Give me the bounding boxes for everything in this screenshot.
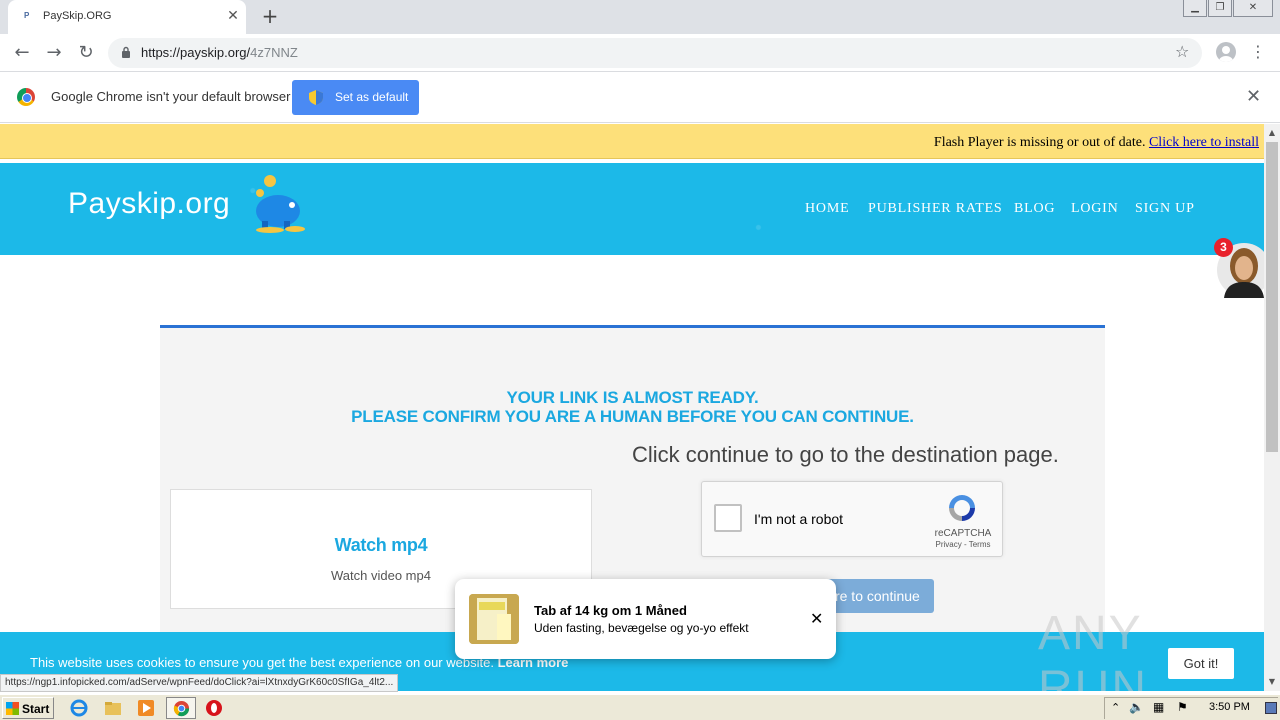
recaptcha-terms-link[interactable]: Privacy - Terms xyxy=(928,540,998,549)
status-url-bubble: https://ngp1.infopicked.com/adServe/wpnF… xyxy=(0,674,399,692)
recaptcha-label: I'm not a robot xyxy=(754,511,844,527)
profile-avatar-icon[interactable] xyxy=(1216,42,1236,62)
link-ready-headline: YOUR LINK IS ALMOST READY. PLEASE CONFIR… xyxy=(351,388,914,426)
minimize-icon[interactable]: ▁ xyxy=(1183,0,1207,17)
tray-expand-icon[interactable]: ⌃ xyxy=(1111,701,1120,714)
ad-subtitle: Uden fasting, bevægelse og yo-yo effekt xyxy=(534,621,749,635)
window-close-icon[interactable]: ✕ xyxy=(1233,0,1273,17)
menu-kebab-icon[interactable]: ⋮ xyxy=(1250,42,1266,61)
flash-install-link[interactable]: Click here to install xyxy=(1149,135,1259,150)
set-default-button[interactable]: Set as default xyxy=(292,80,419,115)
address-bar[interactable]: https://payskip.org/4z7NNZ ☆ xyxy=(108,38,1202,68)
page-viewport: Flash Player is missing or out of date. … xyxy=(0,124,1264,691)
bookmark-star-icon[interactable]: ☆ xyxy=(1175,42,1189,61)
reload-icon[interactable]: ↻ xyxy=(74,41,98,65)
browser-tab[interactable]: P PaySkip.ORG ✕ xyxy=(8,0,246,34)
chat-notification-badge: 3 xyxy=(1214,238,1233,257)
back-arrow-icon[interactable]: ← xyxy=(10,41,34,65)
site-header: Payskip.org HOME PUBLISHER RATES BLOG LO… xyxy=(0,163,1264,255)
ad-close-icon[interactable]: ✕ xyxy=(810,609,823,628)
taskbar-clock: 3:50 PM xyxy=(1209,701,1250,713)
recaptcha-checkbox[interactable] xyxy=(714,504,742,532)
restore-icon[interactable]: ❐ xyxy=(1208,0,1232,17)
flash-warning-bar: Flash Player is missing or out of date. … xyxy=(0,124,1264,159)
anyrun-watermark: ANY RUN xyxy=(1038,607,1148,691)
new-tab-button[interactable]: + xyxy=(259,5,281,27)
system-tray: ⌃ 🔈 ▦ ⚑ xyxy=(1104,697,1278,719)
default-browser-infobar: Google Chrome isn't your default browser… xyxy=(0,72,1280,123)
ie-icon[interactable] xyxy=(70,699,88,717)
recaptcha-brand: reCAPTCHA xyxy=(934,528,992,539)
lock-icon xyxy=(122,46,130,58)
tab-title: PaySkip.ORG xyxy=(43,10,112,22)
folder-icon[interactable] xyxy=(104,699,122,717)
opera-icon[interactable] xyxy=(205,699,223,717)
recaptcha-logo-icon xyxy=(949,495,975,521)
flag-icon[interactable]: ⚑ xyxy=(1177,700,1188,714)
infobar-close-icon[interactable]: ✕ xyxy=(1246,86,1261,107)
site-logo[interactable]: Payskip.org xyxy=(68,187,230,221)
ad-title: Tab af 14 kg om 1 Måned xyxy=(534,603,687,618)
continue-instruction: Click continue to go to the destination … xyxy=(632,442,1059,467)
nav-blog[interactable]: BLOG xyxy=(1014,201,1055,217)
infobar-message: Google Chrome isn't your default browser xyxy=(51,89,291,104)
windows-taskbar: Start ⌃ 🔈 ▦ ⚑ 3:50 PM xyxy=(0,694,1280,720)
flash-message: Flash Player is missing or out of date. … xyxy=(933,135,1259,150)
ad-popup[interactable]: Tab af 14 kg om 1 Måned Uden fasting, be… xyxy=(455,579,836,659)
show-desktop-icon[interactable] xyxy=(1265,702,1277,714)
page-scrollbar[interactable]: ▲ ▼ xyxy=(1264,124,1280,691)
windows-flag-icon xyxy=(6,702,19,715)
nav-sign-up[interactable]: SIGN UP xyxy=(1135,201,1195,217)
media-player-icon[interactable] xyxy=(137,699,155,717)
nav-home[interactable]: HOME xyxy=(805,201,849,217)
browser-toolbar: ← → ↻ https://payskip.org/4z7NNZ ☆ ⋮ xyxy=(0,34,1280,72)
watch-title: Watch mp4 xyxy=(334,535,428,555)
scroll-up-icon[interactable]: ▲ xyxy=(1264,126,1280,140)
uac-shield-icon xyxy=(309,90,323,105)
tab-strip: P PaySkip.ORG ✕ + ▁ ❐ ✕ xyxy=(0,0,1280,34)
url-text: https://payskip.org/4z7NNZ xyxy=(141,45,298,60)
recaptcha-widget: I'm not a robot reCAPTCHA Privacy - Term… xyxy=(701,481,1003,557)
start-button[interactable]: Start xyxy=(2,697,54,719)
tab-close-icon[interactable]: ✕ xyxy=(224,7,242,25)
chrome-logo-icon xyxy=(17,88,35,106)
nav-publisher-rates[interactable]: PUBLISHER RATES xyxy=(868,201,1003,217)
volume-icon[interactable]: 🔈 xyxy=(1129,700,1144,714)
site-favicon-icon: P xyxy=(24,11,30,20)
ad-product-image xyxy=(469,594,519,644)
scroll-down-icon[interactable]: ▼ xyxy=(1264,675,1280,689)
nav-login[interactable]: LOGIN xyxy=(1071,201,1119,217)
scroll-thumb[interactable] xyxy=(1266,142,1278,452)
chrome-taskbar-button[interactable] xyxy=(166,697,196,719)
forward-arrow-icon[interactable]: → xyxy=(42,41,66,65)
network-icon[interactable]: ▦ xyxy=(1153,700,1164,714)
piggy-bank-icon xyxy=(256,175,305,233)
chrome-taskbar-icon xyxy=(173,700,190,717)
